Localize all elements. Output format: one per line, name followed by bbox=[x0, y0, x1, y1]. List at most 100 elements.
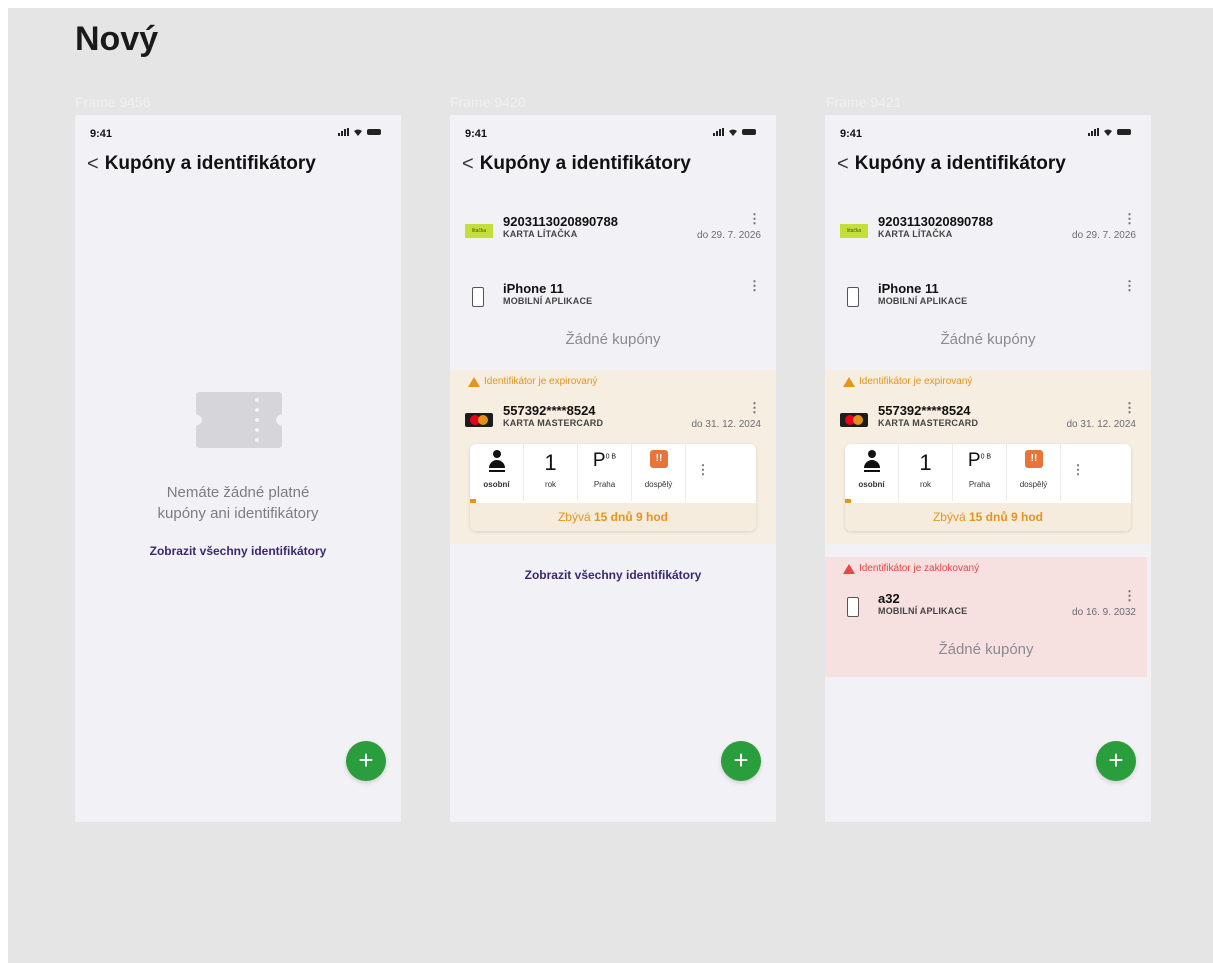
zone-superscript: 0 B bbox=[605, 453, 617, 461]
empty-line-2: kupóny ani identifikátory bbox=[157, 505, 319, 522]
remaining-prefix: Zbývá bbox=[557, 510, 591, 524]
more-menu-icon[interactable]: ⋮ bbox=[748, 279, 761, 292]
zone-value: P bbox=[967, 450, 981, 471]
holder-cell: osobní bbox=[845, 444, 899, 501]
status-bar: 9:41 bbox=[825, 115, 1151, 155]
ticket-placeholder-icon bbox=[196, 392, 282, 448]
card-validity: do 16. 9. 2032 bbox=[1072, 607, 1136, 618]
locked-warning: Identifikátor je zaklokovaný bbox=[843, 563, 979, 574]
card-validity: do 29. 7. 2026 bbox=[697, 230, 761, 241]
status-time: 9:41 bbox=[840, 128, 863, 140]
frame-label-3: Frame 9421 bbox=[826, 94, 902, 110]
locked-identifier-section: Identifikátor je zaklokovaný a32 MOBILNÍ… bbox=[825, 557, 1147, 677]
card-number: 557392****8524 bbox=[503, 403, 596, 418]
status-bar: 9:41 bbox=[75, 115, 401, 155]
coupon-menu-cell[interactable]: ⋮ bbox=[686, 444, 720, 501]
add-button[interactable]: + bbox=[721, 741, 761, 781]
zone-icon: P0 B bbox=[578, 450, 631, 472]
zone-cell: P0 B Praha bbox=[953, 444, 1007, 501]
add-button[interactable]: + bbox=[1096, 741, 1136, 781]
litacka-logo: lítačka bbox=[465, 224, 493, 238]
identifier-card-iphone[interactable]: iPhone 11 MOBILNÍ APLIKACE ⋮ bbox=[840, 279, 1136, 317]
wifi-icon bbox=[354, 129, 362, 136]
adult-icon: !! bbox=[650, 450, 668, 468]
status-time: 9:41 bbox=[465, 128, 488, 140]
page-title: Kupóny a identifikátory bbox=[479, 153, 691, 174]
device-type: MOBILNÍ APLIKACE bbox=[503, 296, 593, 306]
remaining-prefix: Zbývá bbox=[932, 510, 966, 524]
duration-value: 1 bbox=[544, 450, 557, 475]
coupon-attributes: osobní 1 rok P0 B Praha !! dospělý ⋮ bbox=[845, 444, 1131, 501]
person-icon bbox=[489, 450, 505, 472]
phone-icon bbox=[847, 287, 859, 307]
card-number: 9203113020890788 bbox=[878, 214, 993, 229]
remaining-time: Zbývá 15 dnů 9 hod bbox=[470, 503, 756, 531]
page-title: Kupóny a identifikátory bbox=[104, 153, 316, 174]
identifier-card-iphone[interactable]: iPhone 11 MOBILNÍ APLIKACE ⋮ bbox=[465, 279, 761, 317]
more-menu-icon[interactable]: ⋮ bbox=[1123, 401, 1136, 414]
zone-value: P bbox=[592, 450, 606, 471]
card-number: 557392****8524 bbox=[878, 403, 971, 418]
status-icons bbox=[1088, 128, 1131, 136]
card-validity: do 31. 12. 2024 bbox=[691, 419, 761, 430]
back-chevron-icon[interactable]: < bbox=[462, 154, 474, 174]
add-button[interactable]: + bbox=[346, 741, 386, 781]
more-menu-icon[interactable]: ⋮ bbox=[1123, 212, 1136, 225]
status-icons bbox=[338, 128, 381, 136]
device-name: iPhone 11 bbox=[503, 281, 564, 296]
more-menu-icon[interactable]: ⋮ bbox=[748, 212, 761, 225]
phone-screen-expired: 9:41 < Kupóny a identifikátory lítačka 9… bbox=[450, 115, 776, 822]
mastercard-logo bbox=[840, 413, 868, 427]
identifier-card-litacka[interactable]: lítačka 9203113020890788 KARTA LÍTAČKA d… bbox=[840, 212, 1136, 250]
age-cell: !! dospělý bbox=[632, 444, 686, 501]
status-bar: 9:41 bbox=[450, 115, 776, 155]
remaining-time: Zbývá 15 dnů 9 hod bbox=[845, 503, 1131, 531]
no-coupons-text: Žádné kupóny bbox=[940, 331, 1036, 348]
more-menu-icon[interactable]: ⋮ bbox=[748, 401, 761, 414]
no-coupons-text: Žádné kupóny bbox=[565, 331, 661, 348]
identifier-card-a32[interactable]: a32 MOBILNÍ APLIKACE do 16. 9. 2032 ⋮ bbox=[840, 589, 1136, 627]
show-all-identifiers-link[interactable]: Zobrazit všechny identifikátory bbox=[450, 568, 776, 582]
phone-screen-empty: 9:41 < Kupóny a identifikátory Nemáte žá… bbox=[75, 115, 401, 822]
expired-warning: Identifikátor je expirovaný bbox=[843, 376, 972, 387]
duration-label: rok bbox=[544, 480, 557, 489]
duration-cell: 1 rok bbox=[524, 444, 578, 501]
identifier-card-mastercard[interactable]: 557392****8524 KARTA MASTERCARD do 31. 1… bbox=[465, 401, 761, 439]
identifier-card-mastercard[interactable]: 557392****8524 KARTA MASTERCARD do 31. 1… bbox=[840, 401, 1136, 439]
more-menu-icon[interactable]: ⋮ bbox=[1123, 279, 1136, 292]
nav-bar: < Kupóny a identifikátory bbox=[837, 153, 1066, 175]
coupon-menu-icon[interactable]: ⋮ bbox=[686, 462, 720, 478]
show-all-identifiers-link[interactable]: Zobrazit všechny identifikátory bbox=[75, 544, 401, 558]
coupon-menu-icon[interactable]: ⋮ bbox=[1061, 462, 1095, 478]
device-type: MOBILNÍ APLIKACE bbox=[878, 606, 968, 616]
empty-line-1: Nemáte žádné platné bbox=[166, 484, 310, 501]
duration-label: rok bbox=[919, 480, 932, 489]
holder-label: osobní bbox=[858, 480, 885, 489]
identifier-card-litacka[interactable]: lítačka 9203113020890788 KARTA LÍTAČKA d… bbox=[465, 212, 761, 250]
zone-cell: P0 B Praha bbox=[578, 444, 632, 501]
coupon-card[interactable]: osobní 1 rok P0 B Praha !! dospělý ⋮ Zbý… bbox=[845, 444, 1131, 531]
expired-identifier-section: Identifikátor je expirovaný 557392****85… bbox=[450, 370, 776, 544]
duration-cell: 1 rok bbox=[899, 444, 953, 501]
card-type: KARTA LÍTAČKA bbox=[503, 229, 578, 239]
zone-icon: P0 B bbox=[953, 450, 1006, 472]
back-chevron-icon[interactable]: < bbox=[87, 154, 99, 174]
coupon-card[interactable]: osobní 1 rok P0 B Praha !! dospělý ⋮ Zbý… bbox=[470, 444, 756, 531]
zone-label: Praha bbox=[593, 480, 616, 489]
back-chevron-icon[interactable]: < bbox=[837, 154, 849, 174]
coupon-menu-cell[interactable]: ⋮ bbox=[1061, 444, 1095, 501]
status-time: 9:41 bbox=[90, 128, 113, 140]
battery-icon bbox=[742, 129, 756, 135]
expired-identifier-section: Identifikátor je expirovaný 557392****85… bbox=[825, 370, 1151, 544]
age-label: dospělý bbox=[1019, 480, 1048, 489]
design-canvas: Nový Frame 9456 Frame 9420 Frame 9421 9:… bbox=[8, 8, 1213, 963]
card-validity: do 29. 7. 2026 bbox=[1072, 230, 1136, 241]
more-menu-icon[interactable]: ⋮ bbox=[1123, 589, 1136, 602]
warning-icon bbox=[843, 376, 855, 387]
device-name: iPhone 11 bbox=[878, 281, 939, 296]
litacka-logo: lítačka bbox=[840, 224, 868, 238]
coupon-attributes: osobní 1 rok P0 B Praha !! dospělý ⋮ bbox=[470, 444, 756, 501]
frame-label-1: Frame 9456 bbox=[75, 94, 151, 110]
board-title: Nový bbox=[75, 20, 159, 58]
device-name: a32 bbox=[878, 591, 900, 606]
